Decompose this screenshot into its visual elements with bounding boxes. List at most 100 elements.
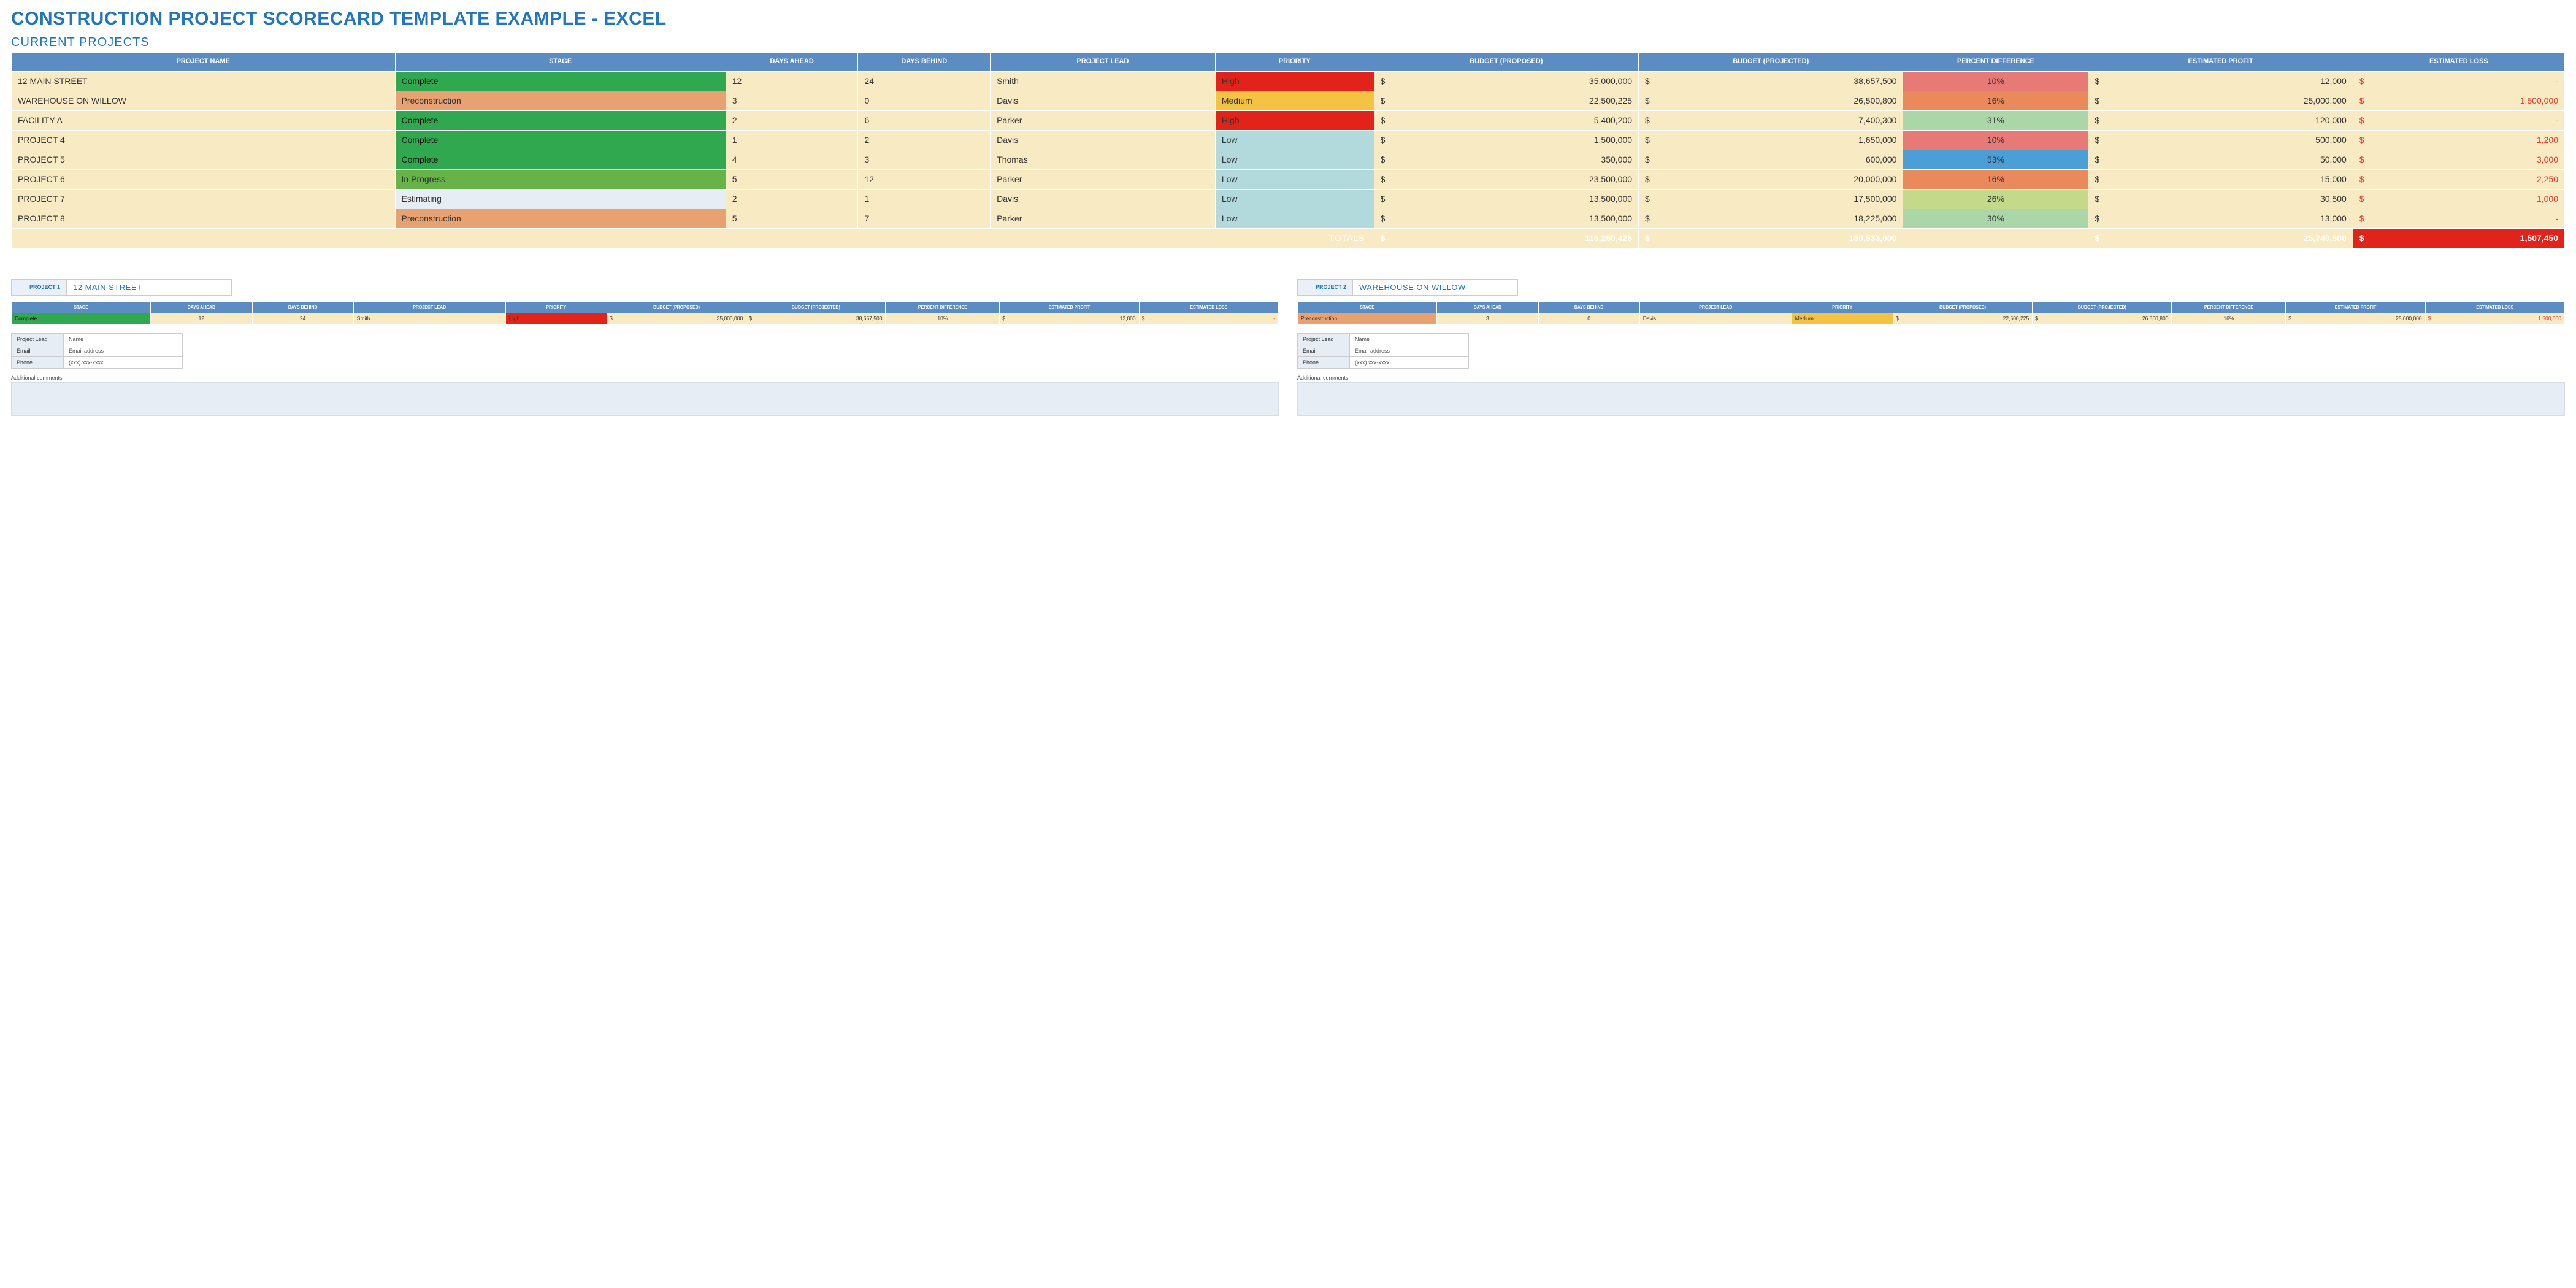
- comments-box[interactable]: [11, 382, 1279, 416]
- cell-pct: 16%: [2172, 313, 2286, 324]
- projects-table: PROJECT NAME STAGE DAYS AHEAD DAYS BEHIN…: [11, 52, 2565, 248]
- cell-days-behind: 6: [858, 110, 991, 130]
- cell-name: FACILITY A: [12, 110, 396, 130]
- cell-name: PROJECT 4: [12, 130, 396, 150]
- table-row: PROJECT 5Complete43ThomasLow$350,000$600…: [12, 150, 2565, 169]
- detail-label: PROJECT 2: [1298, 280, 1353, 295]
- cell-lead: Davis: [1639, 313, 1792, 324]
- cell-days-ahead: 3: [726, 91, 858, 110]
- detail-label: PROJECT 1: [12, 280, 67, 295]
- cell-stage: Estimating: [395, 189, 726, 209]
- cell-loss: $-: [1139, 313, 1278, 324]
- th-stage: STAGE: [12, 302, 151, 313]
- project-detail-card: PROJECT 2WAREHOUSE ON WILLOWSTAGEDAYS AH…: [1297, 279, 2565, 416]
- contact-email-v: Email address: [64, 345, 183, 356]
- contact-phone-v: (xxx) xxx-xxxx: [1350, 356, 1469, 368]
- comments-box[interactable]: [1297, 382, 2565, 416]
- cell-budget-prop: $350,000: [1374, 150, 1638, 169]
- table-row: PROJECT 4Complete12DavisLow$1,500,000$1,…: [12, 130, 2565, 150]
- cell-budget-proj: $600,000: [1639, 150, 1903, 169]
- cell-budget-proj: $38,657,500: [1639, 71, 1903, 91]
- cell-profit: $30,500: [2088, 189, 2353, 209]
- cell-pct: 53%: [1903, 150, 2088, 169]
- cell-priority: Medium: [1792, 313, 1893, 324]
- th-budget-prop: BUDGET (PROPOSED): [607, 302, 746, 313]
- th-days-ahead: DAYS AHEAD: [1437, 302, 1538, 313]
- totals-loss: $1,507,450: [2353, 228, 2564, 248]
- cell-days-ahead: 1: [726, 130, 858, 150]
- cell-name: PROJECT 5: [12, 150, 396, 169]
- cell-budget-prop: $22,500,225: [1893, 313, 2032, 324]
- cell-loss: $-: [2353, 209, 2564, 228]
- cell-lead: Smith: [991, 71, 1216, 91]
- cell-stage: Preconstruction: [395, 209, 726, 228]
- totals-row: TOTALS $115,250,425 $130,533,600 $25,740…: [12, 228, 2565, 248]
- contact-email-k: Email: [1298, 345, 1350, 356]
- detail-row: Preconstruction30DavisMedium$22,500,225$…: [1298, 313, 2565, 324]
- header-row: PROJECT NAME STAGE DAYS AHEAD DAYS BEHIN…: [12, 53, 2565, 72]
- cell-budget-proj: $38,657,500: [746, 313, 886, 324]
- cell-loss: $1,000: [2353, 189, 2564, 209]
- cell-days-ahead: 2: [726, 110, 858, 130]
- comments-label: Additional comments: [11, 375, 1279, 381]
- cell-name: PROJECT 6: [12, 169, 396, 189]
- cell-loss: $-: [2353, 110, 2564, 130]
- cell-lead: Parker: [991, 169, 1216, 189]
- th-profit: ESTIMATED PROFIT: [2286, 302, 2425, 313]
- cell-days-ahead: 2: [726, 189, 858, 209]
- cell-days-ahead: 4: [726, 150, 858, 169]
- cell-priority: High: [1215, 110, 1374, 130]
- contact-email-v: Email address: [1350, 345, 1469, 356]
- cell-stage: Complete: [395, 110, 726, 130]
- cell-budget-proj: $7,400,300: [1639, 110, 1903, 130]
- cell-budget-prop: $5,400,200: [1374, 110, 1638, 130]
- cell-budget-proj: $17,500,000: [1639, 189, 1903, 209]
- cell-days-behind: 3: [858, 150, 991, 169]
- cell-priority: High: [1215, 71, 1374, 91]
- th-priority: PRIORITY: [1792, 302, 1893, 313]
- th-lead: PROJECT LEAD: [1639, 302, 1792, 313]
- cell-days-behind: 0: [1538, 313, 1639, 324]
- cell-budget-prop: $23,500,000: [1374, 169, 1638, 189]
- table-row: WAREHOUSE ON WILLOWPreconstruction30Davi…: [12, 91, 2565, 110]
- contact-phone-k: Phone: [1298, 356, 1350, 368]
- cell-days-ahead: 5: [726, 169, 858, 189]
- cell-name: PROJECT 8: [12, 209, 396, 228]
- cell-pct: 31%: [1903, 110, 2088, 130]
- totals-budget-proj: $130,533,600: [1639, 228, 1903, 248]
- th-priority: PRIORITY: [1215, 53, 1374, 72]
- cell-days-ahead: 3: [1437, 313, 1538, 324]
- cell-days-ahead: 12: [726, 71, 858, 91]
- cell-days-behind: 1: [858, 189, 991, 209]
- table-row: FACILITY AComplete26ParkerHigh$5,400,200…: [12, 110, 2565, 130]
- cell-stage: Complete: [395, 71, 726, 91]
- cell-priority: Low: [1215, 169, 1374, 189]
- cell-loss: $1,200: [2353, 130, 2564, 150]
- cell-profit: $500,000: [2088, 130, 2353, 150]
- contact-table: Project LeadNameEmailEmail addressPhone(…: [11, 333, 183, 369]
- table-row: PROJECT 8Preconstruction57ParkerLow$13,5…: [12, 209, 2565, 228]
- cell-pct: 10%: [1903, 130, 2088, 150]
- table-row: PROJECT 7Estimating21DavisLow$13,500,000…: [12, 189, 2565, 209]
- th-profit: ESTIMATED PROFIT: [2088, 53, 2353, 72]
- th-pct: PERCENT DIFFERENCE: [886, 302, 1000, 313]
- cell-stage: Preconstruction: [1298, 313, 1437, 324]
- cell-stage: In Progress: [395, 169, 726, 189]
- cell-priority: Low: [1215, 150, 1374, 169]
- cell-lead: Davis: [991, 130, 1216, 150]
- cell-budget-prop: $13,500,000: [1374, 189, 1638, 209]
- th-stage: STAGE: [1298, 302, 1437, 313]
- cell-lead: Parker: [991, 209, 1216, 228]
- th-loss: ESTIMATED LOSS: [2425, 302, 2564, 313]
- cell-stage: Complete: [395, 130, 726, 150]
- page-title: CONSTRUCTION PROJECT SCORECARD TEMPLATE …: [11, 9, 2565, 29]
- th-budget-prop: BUDGET (PROPOSED): [1893, 302, 2032, 313]
- th-lead: PROJECT LEAD: [991, 53, 1216, 72]
- table-row: 12 MAIN STREETComplete1224SmithHigh$35,0…: [12, 71, 2565, 91]
- cell-loss: $1,500,000: [2425, 313, 2564, 324]
- detail-name: 12 MAIN STREET: [67, 280, 231, 295]
- cell-pct: 16%: [1903, 91, 2088, 110]
- cell-priority: Low: [1215, 130, 1374, 150]
- cell-loss: $3,000: [2353, 150, 2564, 169]
- cell-budget-proj: $26,500,800: [2033, 313, 2172, 324]
